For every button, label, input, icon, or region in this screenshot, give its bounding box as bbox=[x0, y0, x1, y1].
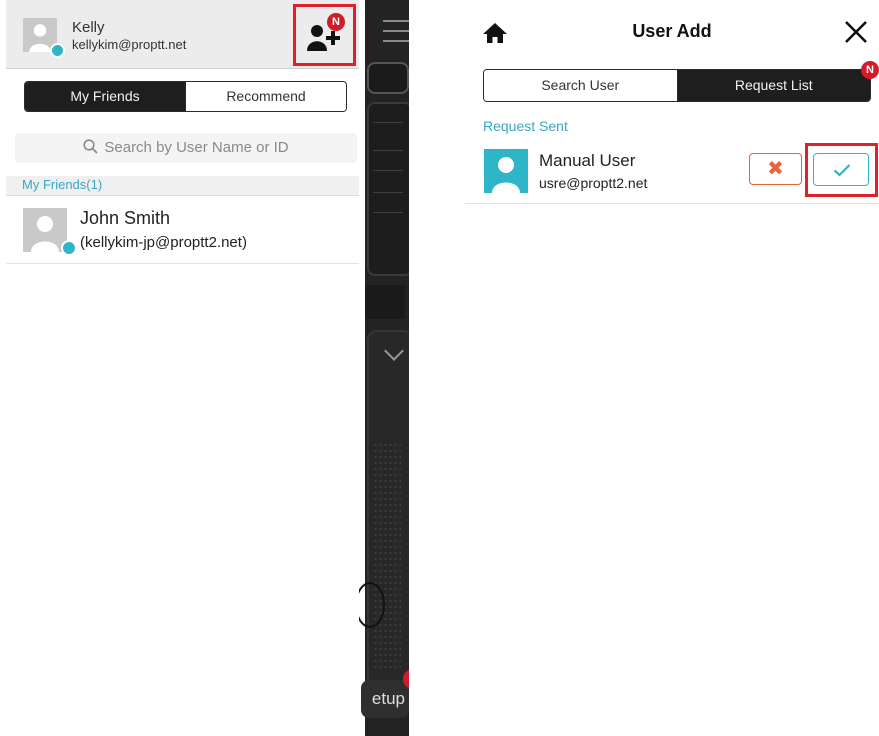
user-add-header: User Add bbox=[465, 0, 879, 64]
tab-request-list[interactable]: Request List bbox=[677, 70, 870, 101]
search-placeholder: Search by User Name or ID bbox=[104, 139, 289, 156]
background-strip bbox=[365, 285, 405, 319]
online-status-dot bbox=[50, 43, 65, 58]
friends-drawer: Kelly kellykim@proptt.net N My Friends R… bbox=[6, 0, 359, 736]
background-app-panel: etup N bbox=[355, 0, 409, 736]
knob-icon bbox=[355, 582, 385, 628]
accept-button[interactable] bbox=[813, 153, 869, 186]
profile-header: Kelly kellykim@proptt.net N bbox=[6, 0, 359, 69]
menu-icon[interactable] bbox=[383, 20, 409, 50]
search-placeholder-row: Search by User Name or ID bbox=[15, 133, 357, 163]
chevron-down-icon bbox=[384, 341, 404, 361]
background-slider bbox=[355, 330, 409, 714]
profile-name: Kelly bbox=[72, 19, 105, 36]
friend-name: John Smith bbox=[80, 208, 171, 228]
tab-recommend[interactable]: Recommend bbox=[185, 82, 346, 111]
friend-list-item[interactable]: John Smith (kellykim-jp@proptt2.net) bbox=[6, 196, 359, 264]
new-badge: N bbox=[861, 61, 879, 79]
reject-button[interactable]: ✖ bbox=[749, 153, 802, 185]
close-icon bbox=[845, 21, 867, 43]
search-icon bbox=[83, 139, 99, 154]
search-input[interactable]: Search by User Name or ID bbox=[15, 133, 357, 163]
speaker-grille bbox=[373, 442, 401, 672]
user-add-tabs: Search User Request List bbox=[483, 69, 871, 102]
request-user-name: Manual User bbox=[539, 151, 636, 170]
close-button[interactable] bbox=[844, 20, 868, 44]
request-avatar bbox=[484, 149, 528, 193]
my-friends-section-header: My Friends(1) bbox=[6, 176, 359, 196]
new-badge: N bbox=[327, 13, 345, 31]
friend-email: (kellykim-jp@proptt2.net) bbox=[80, 234, 247, 251]
user-avatar-icon bbox=[492, 157, 520, 193]
link-icon bbox=[367, 62, 409, 94]
setup-button[interactable]: etup bbox=[361, 680, 409, 718]
profile-email: kellykim@proptt.net bbox=[72, 37, 187, 52]
background-display-panel bbox=[367, 102, 409, 276]
add-friend-button[interactable]: N bbox=[293, 4, 356, 66]
friend-tabs: My Friends Recommend bbox=[24, 81, 347, 112]
left-phone-screen: etup N Kelly kellykim@proptt.net bbox=[6, 0, 409, 736]
tab-search-user[interactable]: Search User bbox=[484, 70, 678, 101]
tab-my-friends[interactable]: My Friends bbox=[25, 82, 185, 111]
request-user-email: usre@proptt2.net bbox=[539, 175, 648, 191]
request-list-item: Manual User usre@proptt2.net ✖ bbox=[465, 140, 879, 204]
online-status-dot bbox=[61, 240, 77, 256]
section-title: My Friends(1) bbox=[22, 177, 103, 192]
page-title: User Add bbox=[632, 21, 712, 41]
section-title: Request Sent bbox=[483, 118, 568, 134]
right-phone-screen: User Add Search User Request List N Requ… bbox=[465, 0, 879, 736]
reject-icon: ✖ bbox=[767, 158, 784, 180]
checkmark-icon bbox=[833, 164, 851, 177]
